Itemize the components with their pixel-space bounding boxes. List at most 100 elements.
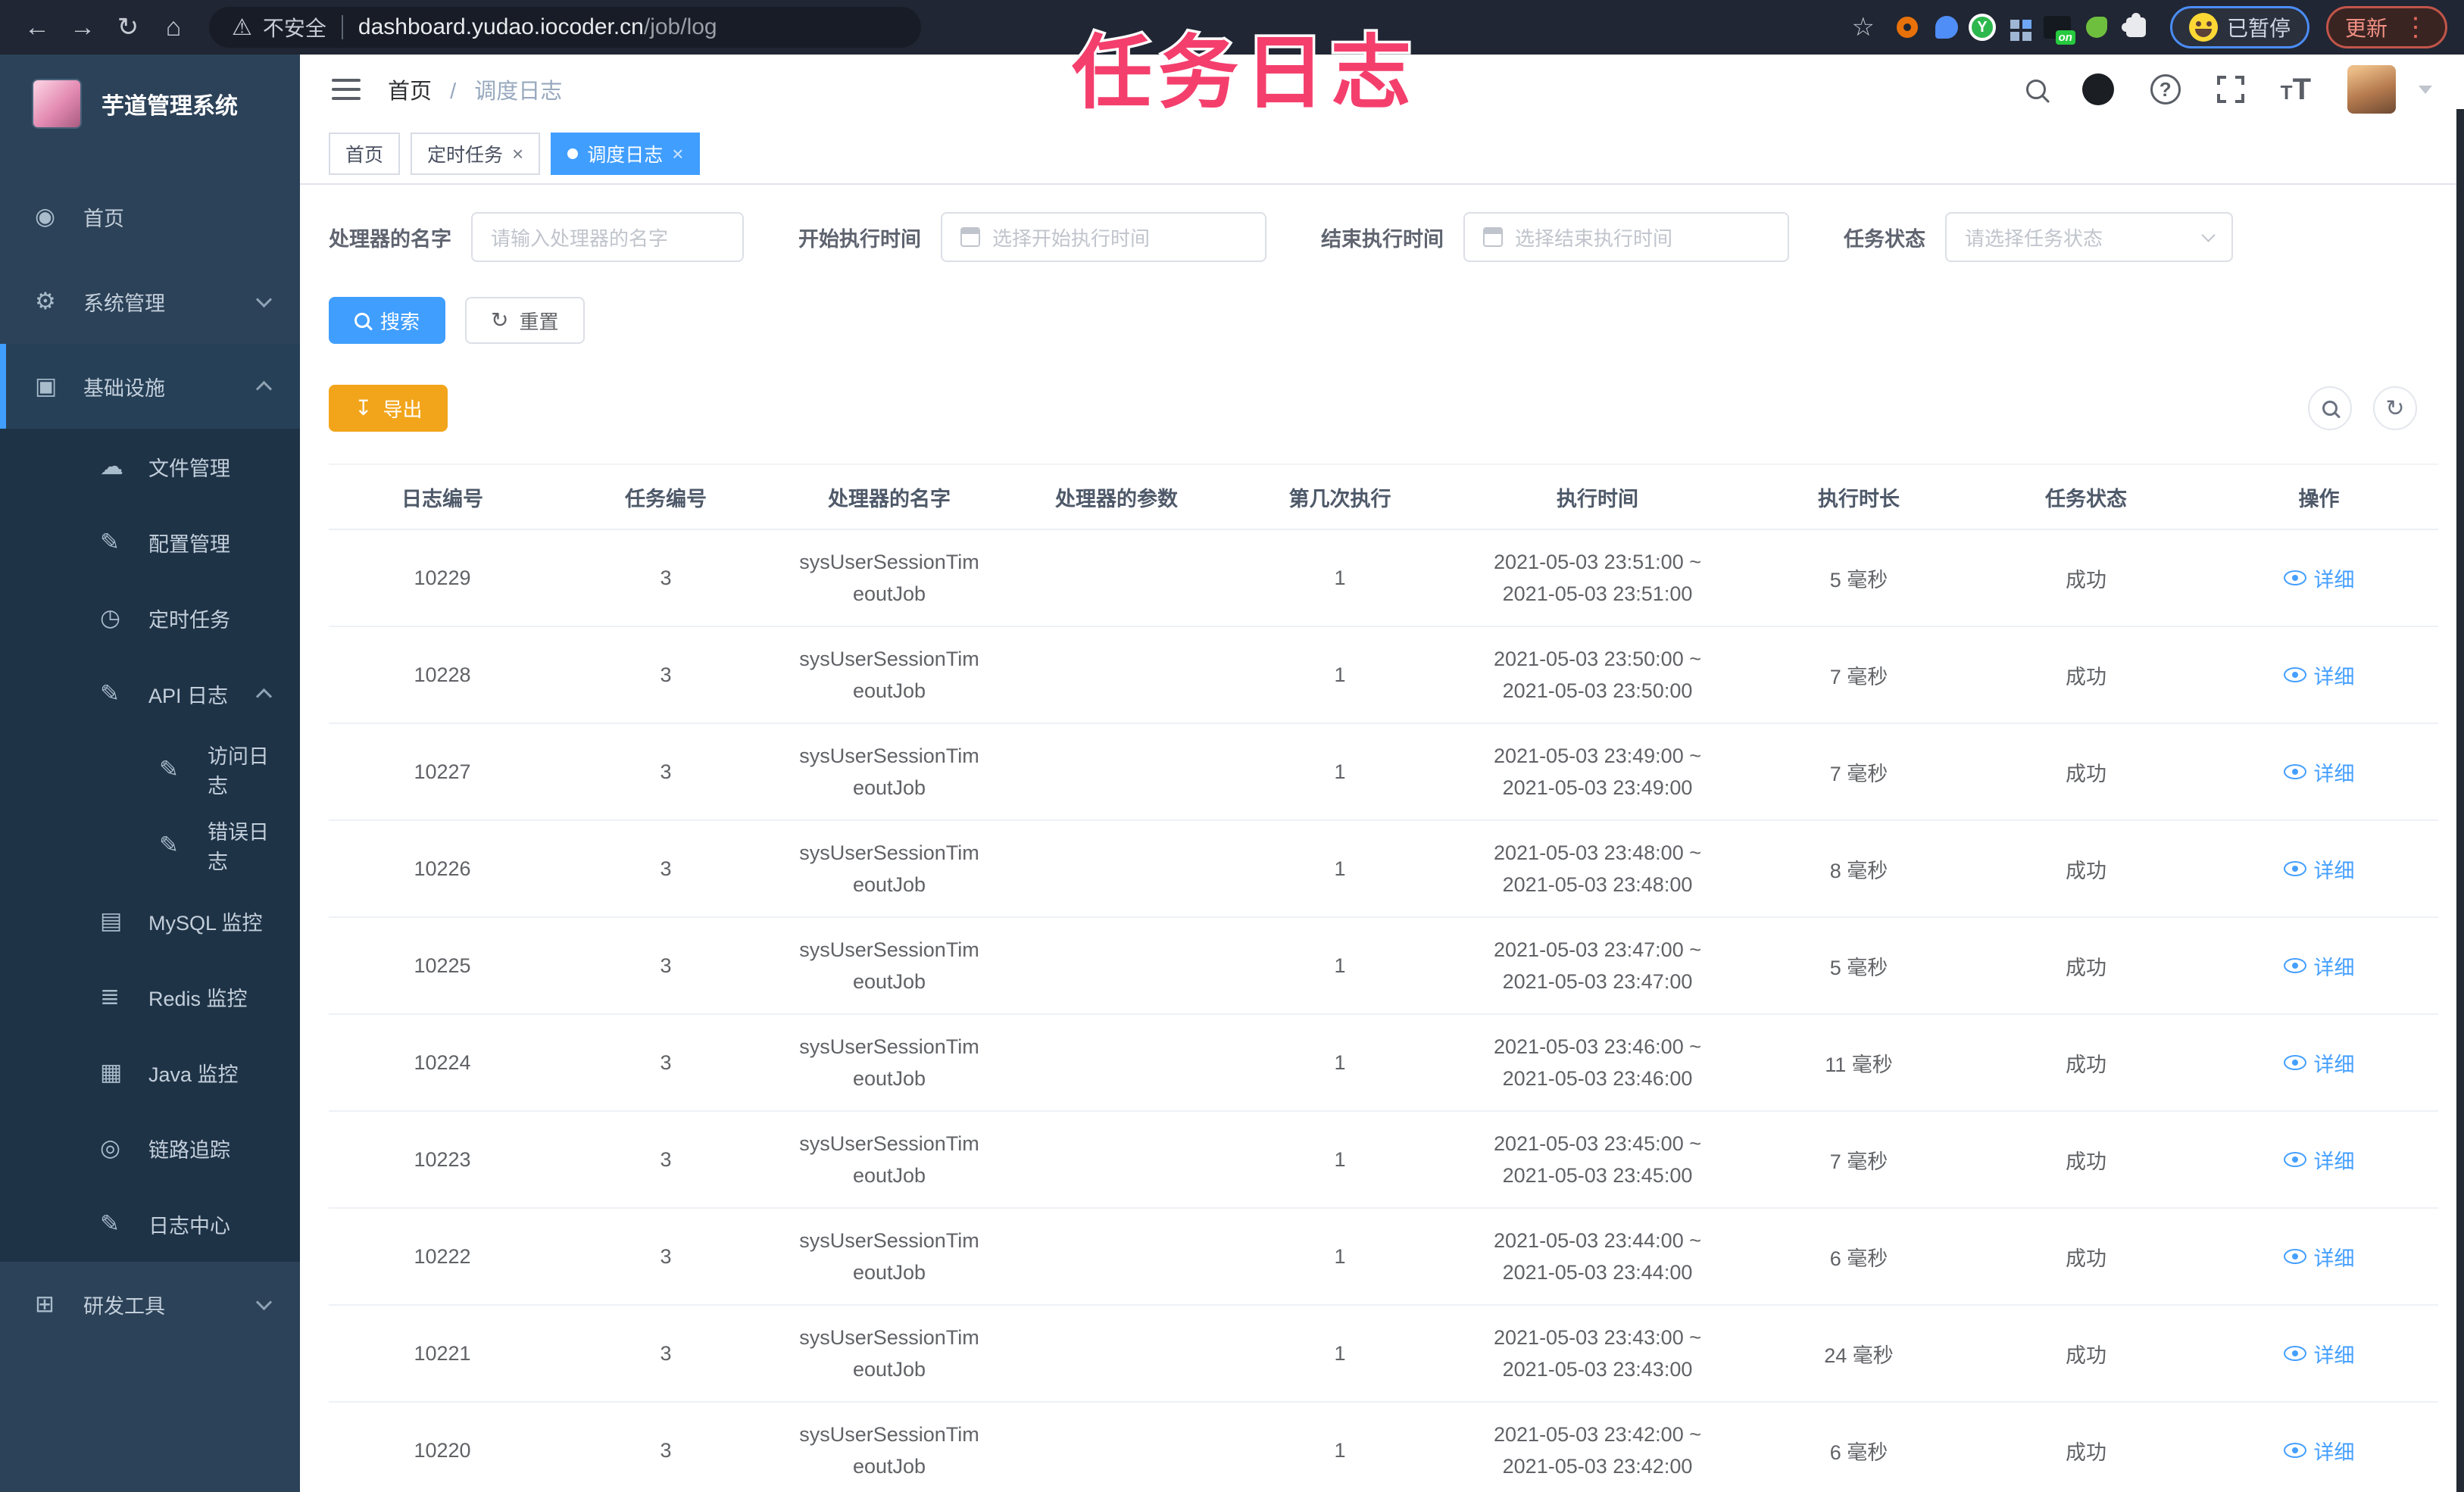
- detail-link[interactable]: 详细: [2283, 854, 2355, 884]
- avatar[interactable]: [2347, 65, 2396, 114]
- handler-name-input[interactable]: 请输入处理器的名字: [471, 212, 744, 262]
- browser-update-button[interactable]: 更新 ⋮: [2325, 6, 2447, 48]
- detail-link[interactable]: 详细: [2283, 951, 2355, 981]
- job-status-input[interactable]: 请选择任务状态: [1945, 212, 2233, 262]
- chevron-up-icon: [255, 380, 273, 397]
- detail-link[interactable]: 详细: [2283, 757, 2355, 787]
- table-cell: 8 毫秒: [1745, 820, 1972, 918]
- action-cell: 详细: [2200, 917, 2438, 1015]
- sidebar-item-infra[interactable]: ▣ 基础设施: [0, 344, 300, 429]
- table-cell: 10223: [329, 1111, 556, 1209]
- handler-cell: sysUserSessionTimeoutJob: [776, 529, 1003, 627]
- chevron-down-icon[interactable]: [2419, 85, 2432, 94]
- search-button[interactable]: 搜索: [329, 297, 446, 344]
- sidebar-item-error-log[interactable]: ✎ 错误日志: [0, 807, 300, 883]
- orange-ring-extension-icon[interactable]: [1890, 10, 1925, 45]
- table-cell: [1003, 917, 1230, 1015]
- log-table: 日志编号 任务编号 处理器的名字 处理器的参数 第几次执行 执行时间 执行时长 任务状态 操作 …: [329, 464, 2438, 1492]
- table-cell: [1003, 529, 1230, 627]
- forward-icon[interactable]: →: [62, 7, 103, 48]
- hamburger-icon[interactable]: [332, 79, 361, 100]
- sidebar-logo-row[interactable]: 芋道管理系统: [0, 55, 300, 153]
- sidebar-item-java[interactable]: ▦ Java 监控: [0, 1035, 300, 1110]
- puzzle-extensions-icon[interactable]: [2119, 10, 2153, 45]
- sidebar-item-trace[interactable]: ◎ 链路追踪: [0, 1110, 300, 1186]
- begin-time-input[interactable]: 选择开始执行时间: [941, 212, 1266, 262]
- sidebar-item-job[interactable]: ◷ 定时任务: [0, 580, 300, 656]
- sidebar-item-mysql[interactable]: ▤ MySQL 监控: [0, 883, 300, 959]
- breadcrumb: 首页 / 调度日志: [388, 73, 562, 105]
- action-cell: 详细: [2200, 1305, 2438, 1403]
- browser-menu-icon[interactable]: ⋮: [2403, 12, 2428, 42]
- sidebar-item-file[interactable]: ☁ 文件管理: [0, 429, 300, 504]
- detail-label: 详细: [2313, 1150, 2355, 1173]
- handler-cell: sysUserSessionTimeoutJob: [776, 820, 1003, 918]
- fullscreen-icon[interactable]: [2216, 76, 2244, 103]
- filter-label: 开始执行时间: [798, 227, 921, 251]
- eye-icon: [2283, 958, 2306, 973]
- end-time: 2021-05-03 23:47:00: [1502, 970, 1693, 993]
- switch-on-extension-icon[interactable]: on: [2040, 10, 2075, 45]
- green-check-extension-icon[interactable]: Y: [1968, 14, 1996, 41]
- sidebar-item-log-center[interactable]: ✎ 日志中心: [0, 1186, 300, 1262]
- sidebar-item-devtools[interactable]: ⊞ 研发工具: [0, 1262, 300, 1347]
- close-icon[interactable]: ×: [512, 142, 523, 166]
- chevron-down-icon: [255, 1294, 273, 1310]
- sidebar-item-config[interactable]: ✎ 配置管理: [0, 504, 300, 580]
- grid-extension-icon[interactable]: [2000, 10, 2035, 45]
- eye-icon: [2283, 764, 2306, 779]
- sidebar-item-access-log[interactable]: ✎ 访问日志: [0, 732, 300, 807]
- detail-link[interactable]: 详细: [2283, 1436, 2355, 1465]
- reset-button[interactable]: ↻ 重置: [465, 297, 585, 344]
- sidebar-item-home[interactable]: ◉ 首页: [0, 174, 300, 259]
- column-header: 日志编号: [329, 464, 556, 530]
- handler-name: sysUserSessionTimeoutJob: [799, 1229, 979, 1284]
- bookmark-star-icon[interactable]: ☆: [1851, 12, 1874, 42]
- handler-name: sysUserSessionTimeoutJob: [799, 841, 979, 896]
- font-size-icon[interactable]: TT: [2281, 73, 2311, 107]
- paused-extension-badge[interactable]: 已暂停: [2169, 6, 2309, 48]
- tab-首页[interactable]: 首页: [329, 133, 401, 175]
- reload-icon[interactable]: ↻: [108, 7, 148, 48]
- search-icon[interactable]: [2025, 80, 2046, 99]
- table-row: 10228 3 sysUserSessionTimeoutJob 1 2021-05-0…: [329, 626, 2438, 724]
- security-label[interactable]: 不安全: [263, 12, 326, 42]
- back-icon[interactable]: ←: [17, 7, 58, 48]
- time-cell: 2021-05-03 23:49:00 ~ 2021-05-03 23:49:00: [1450, 723, 1745, 821]
- handler-name: sysUserSessionTimeoutJob: [799, 1035, 979, 1090]
- table-cell: 成功: [1972, 1014, 2200, 1112]
- detail-link[interactable]: 详细: [2283, 1048, 2355, 1078]
- detail-link[interactable]: 详细: [2283, 563, 2355, 593]
- sidebar-item-label: 定时任务: [148, 608, 230, 632]
- home-icon[interactable]: ⌂: [153, 7, 194, 48]
- sidebar-item-api-log[interactable]: ✎ API 日志: [0, 656, 300, 732]
- help-icon[interactable]: ?: [2150, 74, 2181, 105]
- sidebar-item-redis[interactable]: ≣ Redis 监控: [0, 959, 300, 1035]
- address-bar[interactable]: ⚠ 不安全 dashboard.yudao.iocoder.cn /job/lo…: [209, 7, 921, 48]
- export-button[interactable]: ↧ 导出: [329, 385, 448, 432]
- detail-link[interactable]: 详细: [2283, 1145, 2355, 1175]
- scrollbar[interactable]: [2456, 109, 2464, 1492]
- end-time-input[interactable]: 选择结束执行时间: [1463, 212, 1789, 262]
- detail-link[interactable]: 详细: [2283, 1339, 2355, 1369]
- github-icon[interactable]: [2081, 73, 2114, 105]
- placeholder-text: 请选择任务状态: [1965, 226, 2103, 250]
- sidebar-item-system[interactable]: ⚙ 系统管理: [0, 259, 300, 344]
- refresh-button[interactable]: ↻: [2373, 386, 2417, 430]
- table-cell: 6 毫秒: [1745, 1208, 1972, 1306]
- blue-drop-extension-icon[interactable]: [1929, 10, 1964, 45]
- tab-定时任务[interactable]: 定时任务 ×: [411, 133, 541, 175]
- begin-time: 2021-05-03 23:47:00 ~: [1494, 938, 1701, 961]
- detail-link[interactable]: 详细: [2283, 1242, 2355, 1272]
- detail-link[interactable]: 详细: [2283, 660, 2355, 690]
- close-icon[interactable]: ×: [672, 142, 683, 166]
- table-cell: 10224: [329, 1014, 556, 1112]
- table-cell: 10228: [329, 626, 556, 724]
- toggle-search-button[interactable]: [2308, 386, 2352, 430]
- tab-调度日志[interactable]: 调度日志 ×: [551, 133, 701, 175]
- breadcrumb-home[interactable]: 首页: [388, 80, 432, 104]
- end-time: 2021-05-03 23:49:00: [1502, 776, 1693, 799]
- leaf-extension-icon[interactable]: [2079, 10, 2114, 45]
- table-row: 10221 3 sysUserSessionTimeoutJob 1 2021-05-0…: [329, 1305, 2438, 1403]
- begin-time: 2021-05-03 23:51:00 ~: [1494, 551, 1701, 573]
